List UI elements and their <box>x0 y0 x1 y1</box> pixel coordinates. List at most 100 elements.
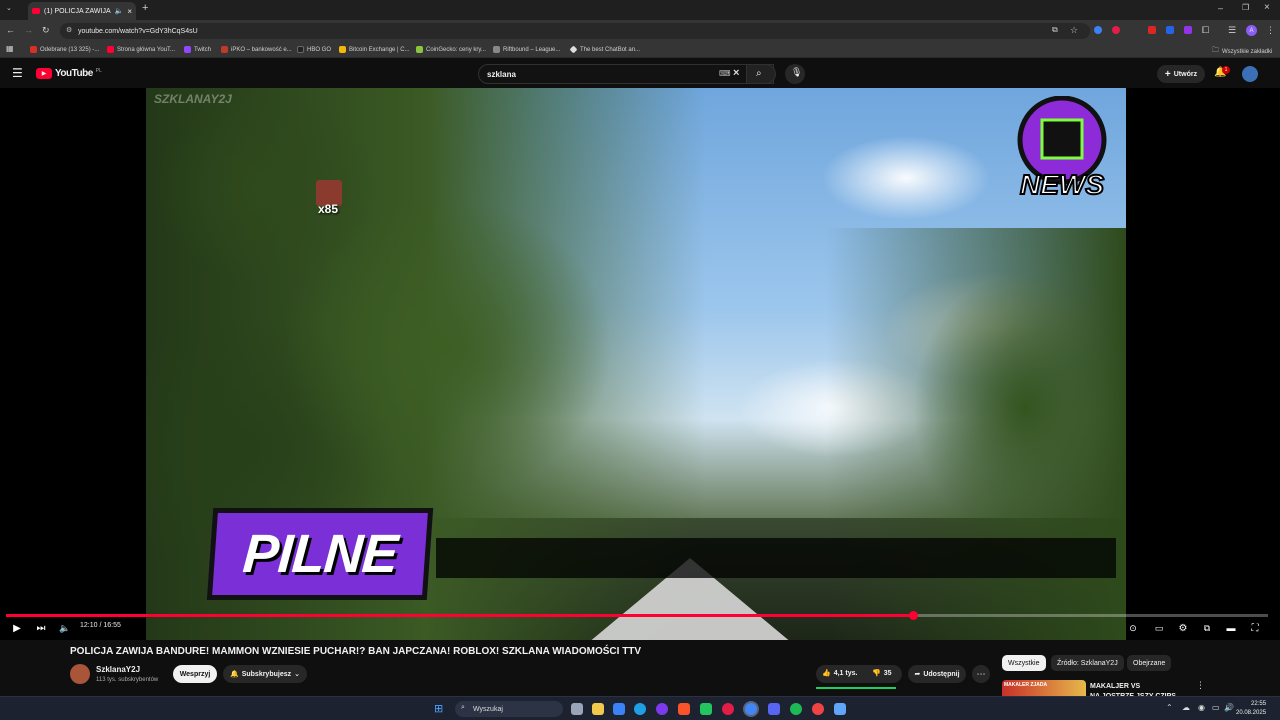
extension-icon[interactable] <box>1166 26 1174 34</box>
profile-avatar[interactable]: A <box>1246 25 1257 36</box>
store-icon[interactable] <box>613 703 625 715</box>
trees-right-scene <box>826 228 1126 640</box>
extension-icon[interactable] <box>1112 26 1120 34</box>
play-icon[interactable]: ▶ <box>10 620 24 636</box>
subtitles-icon[interactable]: ▭ <box>1152 620 1166 636</box>
all-bookmarks-folder[interactable]: 🗀 Wszystkie zakładki <box>1212 46 1272 57</box>
bookmark-item[interactable]: HBO GO <box>297 46 331 53</box>
brave-icon[interactable] <box>678 703 690 715</box>
bookmark-item[interactable]: The best ChatBot an... <box>569 45 640 54</box>
bookmark-item[interactable]: Riftbound – League... <box>493 46 560 53</box>
chip-all[interactable]: Wszystkie <box>1002 655 1046 671</box>
tray-chevron-up-icon[interactable]: ⌃ <box>1166 703 1173 712</box>
video-player[interactable]: SZKLANAY2J x85 NEWS PILNE <box>0 88 1280 640</box>
guide-menu-icon[interactable]: ☰ <box>12 66 23 80</box>
bookmark-favicon-icon <box>30 46 37 53</box>
recommended-video-thumbnail[interactable]: MAKALER ZJADA <box>1002 680 1086 696</box>
app-icon[interactable] <box>700 703 712 715</box>
chip-source-channel[interactable]: Źródło: SzklanaY2J <box>1051 655 1124 671</box>
discord-icon[interactable] <box>768 703 780 715</box>
tray-cloud-icon[interactable]: ☁ <box>1182 703 1190 712</box>
fullscreen-icon[interactable]: ⛶ <box>1248 620 1262 636</box>
back-icon[interactable]: ← <box>6 25 15 35</box>
chip-watched[interactable]: Obejrzane <box>1127 655 1172 671</box>
youtube-logo[interactable]: ▶ YouTube PL <box>36 68 102 79</box>
taskbar-search-input[interactable]: ⌕ Wyszukaj <box>455 701 563 717</box>
opera-icon[interactable] <box>722 703 734 715</box>
plus-icon: + <box>1164 68 1171 80</box>
more-actions-icon[interactable]: ⋯ <box>972 665 990 683</box>
install-app-icon[interactable]: ⧉ <box>1052 25 1058 35</box>
volume-icon[interactable]: 🔈 <box>58 620 72 636</box>
autoplay-toggle-icon[interactable]: ⊙ <box>1124 620 1142 636</box>
app-icon[interactable] <box>656 703 668 715</box>
settings-gear-icon[interactable]: ⚙ <box>1176 620 1190 636</box>
bookmark-item[interactable]: iPKO – bankowość e... <box>221 46 292 53</box>
create-button[interactable]: + Utwórz <box>1157 65 1205 83</box>
clear-search-icon[interactable]: × <box>733 67 739 79</box>
forward-icon[interactable]: → <box>24 25 33 35</box>
bookmark-item[interactable]: Strona główna YouT... <box>107 46 175 53</box>
bookmark-star-icon[interactable]: ☆ <box>1070 25 1078 36</box>
volume-icon[interactable]: 🔊 <box>1224 703 1234 712</box>
video-frame[interactable]: SZKLANAY2J x85 NEWS PILNE <box>146 88 1126 640</box>
thumbs-up-icon: 👍 <box>822 670 831 677</box>
share-icon: ➦ <box>914 671 921 678</box>
extension-icon[interactable] <box>1148 26 1156 34</box>
site-info-icon[interactable]: ⚙ <box>66 26 72 34</box>
like-button[interactable]: 👍 4,1 tys. <box>822 669 857 678</box>
theater-mode-icon[interactable]: ▬ <box>1224 620 1238 636</box>
bookmark-item[interactable]: Bitcoin Exchange | C... <box>339 46 410 53</box>
spotify-icon[interactable] <box>790 703 802 715</box>
extension-icon[interactable] <box>1094 26 1102 34</box>
browser-tab-active[interactable]: (1) POLICJA ZAWIJA BANDU 🔈 × <box>28 2 136 20</box>
search-input[interactable]: szklana ⌨ × <box>478 64 774 84</box>
channel-name[interactable]: SzklanaY2J <box>96 665 140 674</box>
steam-icon[interactable] <box>834 703 846 715</box>
window-restore-icon[interactable]: ❐ <box>1242 3 1249 12</box>
share-button[interactable]: ➦ Udostępnij <box>908 665 966 683</box>
tab-search-icon[interactable]: ⌄ <box>6 4 12 12</box>
progress-bar[interactable] <box>6 611 1268 620</box>
account-avatar[interactable] <box>1242 66 1258 82</box>
extensions-puzzle-icon[interactable]: ⧠ <box>1202 25 1209 36</box>
app-icon[interactable] <box>812 703 824 715</box>
window-minimize-icon[interactable]: – <box>1218 3 1223 13</box>
next-video-icon[interactable]: ⏭ <box>34 620 48 636</box>
youtube-logo-text: YouTube <box>55 68 93 79</box>
network-icon[interactable]: ▭ <box>1212 703 1220 712</box>
search-button[interactable]: ⌕ <box>746 64 776 84</box>
new-tab-icon[interactable]: + <box>142 2 148 14</box>
miniplayer-icon[interactable]: ⧉ <box>1200 620 1214 636</box>
keyboard-icon[interactable]: ⌨ <box>719 69 731 78</box>
edge-icon[interactable] <box>634 703 646 715</box>
window-close-icon[interactable]: × <box>1264 2 1270 13</box>
tray-app-icon[interactable]: ◉ <box>1198 703 1205 712</box>
subscribed-button[interactable]: 🔔 Subskrybujesz ⌄ <box>223 665 307 683</box>
tab-close-icon[interactable]: × <box>127 7 132 16</box>
side-panel-icon[interactable]: ☰ <box>1228 25 1236 36</box>
address-bar[interactable]: ⚙ youtube.com/watch?v=GdY3hCqS4sU ⧉ ☆ <box>60 23 1090 39</box>
task-view-icon[interactable] <box>571 703 583 715</box>
voice-search-button[interactable]: 🎙 <box>785 64 805 84</box>
apps-grid-icon[interactable]: ▦ <box>6 44 14 53</box>
bookmark-item[interactable]: CoinGecko: ceny kry... <box>416 46 486 53</box>
subscribed-label: Subskrybujesz <box>241 670 292 678</box>
windows-start-icon[interactable]: ⊞ <box>434 702 443 715</box>
bookmark-item[interactable]: Odebrane (13 325) -... <box>30 46 99 53</box>
time-display: 12:10 / 16:55 <box>80 622 121 629</box>
bookmark-item[interactable]: Twitch <box>184 46 211 53</box>
system-clock[interactable]: 22:55 20.08.2025 <box>1236 700 1266 718</box>
browser-menu-icon[interactable]: ⋮ <box>1266 25 1275 36</box>
dislike-button[interactable]: 👎 35 <box>872 669 892 678</box>
channel-avatar[interactable] <box>70 664 90 684</box>
news-logo-text: NEWS <box>1020 169 1104 200</box>
chrome-icon[interactable] <box>745 703 757 715</box>
support-button[interactable]: Wesprzyj <box>173 665 217 683</box>
tab-mute-icon[interactable]: 🔈 <box>115 7 124 15</box>
file-explorer-icon[interactable] <box>592 703 604 715</box>
reload-icon[interactable]: ↻ <box>42 25 50 36</box>
recommended-more-icon[interactable]: ⋮ <box>1196 680 1205 691</box>
extension-icon[interactable] <box>1184 26 1192 34</box>
emote-count: x85 <box>318 202 339 216</box>
